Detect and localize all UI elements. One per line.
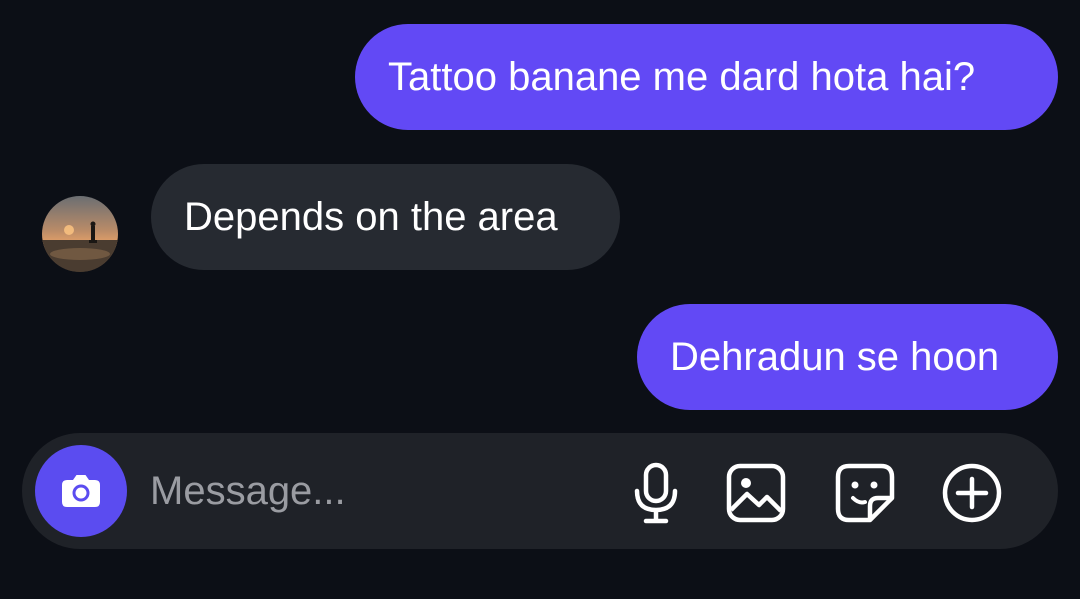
microphone-icon xyxy=(634,462,678,524)
message-text: Depends on the area xyxy=(184,194,558,239)
image-gallery-icon xyxy=(726,463,786,523)
avatar[interactable] xyxy=(42,196,118,272)
message-input[interactable] xyxy=(150,463,590,519)
received-message-bubble[interactable]: Depends on the area xyxy=(151,164,620,270)
add-button[interactable] xyxy=(940,461,1004,525)
avatar-photo xyxy=(42,196,118,272)
sticker-button[interactable] xyxy=(833,461,897,525)
message-text: Dehradun se hoon xyxy=(670,334,1000,379)
gallery-button[interactable] xyxy=(724,461,788,525)
microphone-button[interactable] xyxy=(624,461,688,525)
chat-screen: Tattoo banane me dard hota hai? Depends … xyxy=(0,0,1080,599)
camera-icon xyxy=(62,475,100,507)
sent-message-bubble[interactable]: Dehradun se hoon xyxy=(637,304,1058,410)
plus-circle-icon xyxy=(942,463,1002,523)
message-composer xyxy=(22,433,1058,549)
sticker-icon xyxy=(835,463,895,523)
message-text: Tattoo banane me dard hota hai? xyxy=(388,54,976,99)
camera-button[interactable] xyxy=(35,445,127,537)
sent-message-bubble[interactable]: Tattoo banane me dard hota hai? xyxy=(355,24,1058,130)
